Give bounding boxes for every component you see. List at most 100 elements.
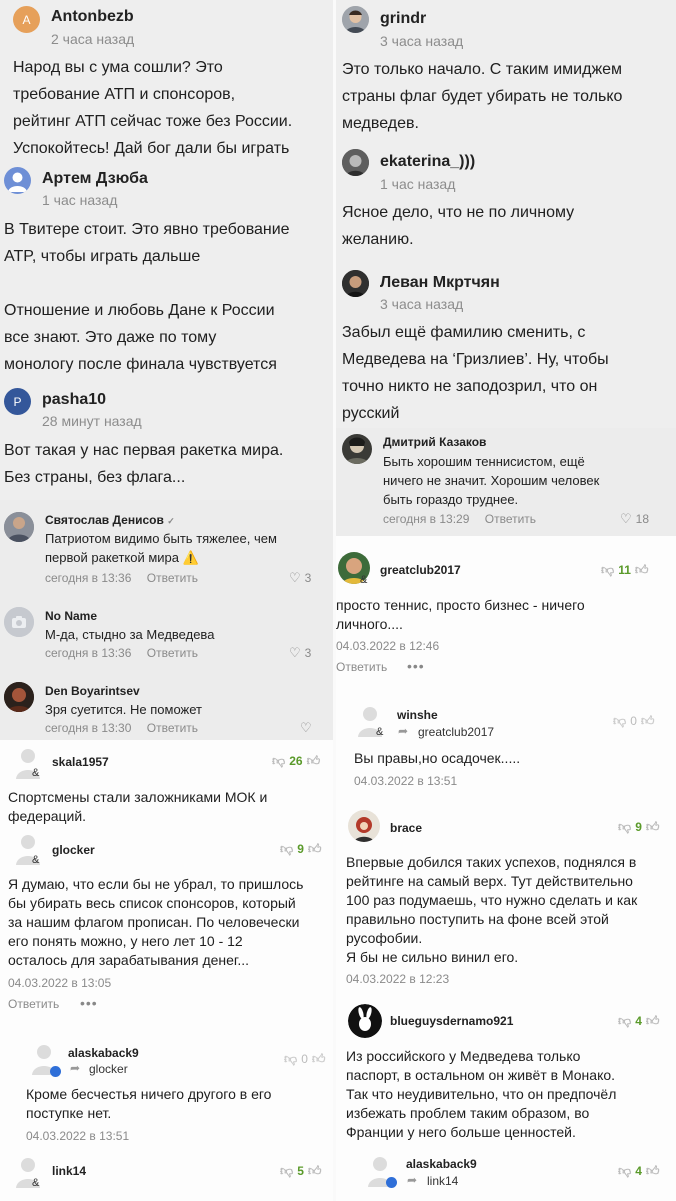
comment-date: 04.03.2022 в 12:23 bbox=[346, 972, 450, 986]
reply-button[interactable]: Ответить bbox=[336, 660, 387, 674]
avatar[interactable] bbox=[348, 810, 380, 842]
thumbs-down-icon[interactable]: 👎︎ bbox=[284, 1051, 297, 1067]
camera-icon bbox=[4, 607, 34, 637]
forum-comments-left: & skala1957 👎︎ 26 👍︎ Спортсмены стали за… bbox=[0, 740, 334, 1201]
avatar[interactable]: A bbox=[13, 6, 40, 33]
avatar[interactable] bbox=[342, 149, 369, 176]
comment-author[interactable]: link14 bbox=[52, 1164, 86, 1178]
comment-date: 04.03.2022 в 13:51 bbox=[26, 1129, 130, 1143]
rating-count: 5 bbox=[297, 1164, 304, 1178]
comment-author[interactable]: winshe bbox=[397, 708, 438, 722]
thumbs-up-icon[interactable]: 👍︎ bbox=[312, 1051, 326, 1067]
thumbs-up-icon[interactable]: 👍︎ bbox=[635, 562, 649, 578]
thumbs-down-icon[interactable]: 👎︎ bbox=[601, 562, 614, 578]
comment-author[interactable]: Артем Дзюба bbox=[42, 170, 148, 188]
thumbs-up-icon[interactable]: 👍︎ bbox=[641, 713, 655, 729]
reply-to-user[interactable]: greatclub2017 bbox=[418, 725, 494, 739]
comment-text: Спортсмены стали заложниками МОК и федер… bbox=[8, 789, 268, 824]
reply-button[interactable]: Ответить bbox=[147, 646, 198, 660]
comment-time: 3 часа назад bbox=[380, 296, 464, 312]
comment-author[interactable]: brace bbox=[390, 821, 422, 835]
comment-author[interactable]: alaskaback9 bbox=[68, 1046, 139, 1060]
comment-text: Патриотом видимо быть тяжелее, чем перво… bbox=[45, 531, 277, 565]
comment-author[interactable]: greatclub2017 bbox=[380, 563, 461, 577]
avatar[interactable] bbox=[4, 607, 34, 637]
comment-time: 28 минут назад bbox=[42, 413, 142, 429]
social-comments-right: grindr 3 часа назад Это только начало. С… bbox=[336, 0, 676, 428]
rating: 👎︎ 0 👍︎ bbox=[284, 1051, 325, 1067]
comment-date: сегодня в 13:36 bbox=[45, 571, 132, 585]
avatar[interactable] bbox=[4, 682, 34, 712]
reply-arrow-icon: ➦ bbox=[70, 1061, 81, 1075]
comment-author[interactable]: alaskaback9 bbox=[406, 1157, 477, 1171]
comment-author[interactable]: skala1957 bbox=[52, 755, 109, 769]
thumbs-up-icon[interactable]: 👍︎ bbox=[646, 1013, 660, 1029]
comments-collage: A Antonbezb 2 часа назад Народ вы с ума … bbox=[0, 0, 676, 1201]
thumbs-down-icon[interactable]: 👎︎ bbox=[618, 1163, 631, 1179]
avatar[interactable] bbox=[4, 167, 31, 194]
avatar[interactable]: P bbox=[4, 388, 31, 415]
photo-avatar-icon bbox=[348, 810, 380, 842]
comment-author[interactable]: blueguysdernamo921 bbox=[390, 1014, 513, 1028]
default-avatar-icon[interactable] bbox=[14, 832, 46, 866]
comment-text: М-да, стыдно за Медведева bbox=[45, 627, 215, 642]
thumbs-up-icon[interactable]: 👍︎ bbox=[307, 753, 321, 769]
like-button[interactable]: ♡ bbox=[300, 720, 312, 736]
thumbs-down-icon[interactable]: 👎︎ bbox=[613, 713, 626, 729]
rating: 👎︎ 9 👍︎ bbox=[280, 841, 321, 857]
comment-author[interactable]: Antonbezb bbox=[51, 8, 134, 26]
comment-author[interactable]: No Name bbox=[45, 609, 97, 623]
like-button[interactable]: ♡ 18 bbox=[620, 511, 649, 527]
avatar[interactable] bbox=[342, 270, 369, 297]
reply-to-user[interactable]: glocker bbox=[89, 1062, 128, 1076]
reply-button[interactable]: Ответить bbox=[147, 721, 198, 735]
reply-button[interactable]: Ответить bbox=[8, 997, 59, 1011]
comment-author[interactable]: Святослав Денисов bbox=[45, 513, 164, 527]
default-avatar-icon[interactable] bbox=[14, 746, 46, 780]
avatar-initial: P bbox=[13, 394, 22, 409]
ampersand-icon: & bbox=[32, 1177, 40, 1189]
like-count: 3 bbox=[304, 646, 312, 660]
comment-author[interactable]: Леван Мкртчян bbox=[380, 274, 500, 292]
thumbs-down-icon[interactable]: 👎︎ bbox=[280, 841, 293, 857]
comment-text: Впервые добился таких успехов, поднялся … bbox=[346, 854, 638, 965]
heart-icon: ♡ bbox=[620, 511, 632, 526]
rating-count: 11 bbox=[618, 563, 631, 577]
comment-author[interactable]: glocker bbox=[52, 843, 95, 857]
rating-count: 9 bbox=[635, 820, 642, 834]
comment-author[interactable]: ekaterina_))) bbox=[380, 153, 475, 171]
rating-count: 9 bbox=[297, 842, 304, 856]
avatar[interactable] bbox=[342, 6, 369, 33]
more-options-icon[interactable]: ••• bbox=[407, 658, 425, 674]
comment-text: Быть хорошим теннисистом, ещё ничего не … bbox=[383, 454, 600, 507]
reply-button[interactable]: Ответить bbox=[147, 571, 198, 585]
thread-comments-right: Дмитрий Казаков Быть хорошим теннисистом… bbox=[336, 428, 676, 536]
left-column: A Antonbezb 2 часа назад Народ вы с ума … bbox=[0, 0, 334, 1201]
verified-badge-icon: ✓ bbox=[167, 516, 175, 526]
thumbs-up-icon[interactable]: 👍︎ bbox=[646, 819, 660, 835]
photo-avatar-icon bbox=[342, 434, 372, 464]
comment-author[interactable]: grindr bbox=[380, 10, 426, 28]
reply-to-user[interactable]: link14 bbox=[427, 1174, 458, 1188]
thumbs-up-icon[interactable]: 👍︎ bbox=[646, 1163, 660, 1179]
thumbs-down-icon[interactable]: 👎︎ bbox=[618, 1013, 631, 1029]
rating: 👎︎ 11 👍︎ bbox=[601, 562, 648, 578]
thumbs-down-icon[interactable]: 👎︎ bbox=[280, 1163, 293, 1179]
thumbs-up-icon[interactable]: 👍︎ bbox=[308, 841, 322, 857]
comment-author[interactable]: Den Boyarintsev bbox=[45, 684, 140, 698]
thumbs-up-icon[interactable]: 👍︎ bbox=[308, 1163, 322, 1179]
comment-author[interactable]: Дмитрий Казаков bbox=[383, 435, 486, 449]
thumbs-down-icon[interactable]: 👎︎ bbox=[618, 819, 631, 835]
avatar[interactable] bbox=[4, 512, 34, 542]
avatar[interactable] bbox=[342, 434, 372, 464]
comment-text: просто теннис, просто бизнес - ничего ли… bbox=[336, 597, 585, 632]
default-avatar-icon[interactable] bbox=[14, 1155, 46, 1189]
like-button[interactable]: ♡ 3 bbox=[289, 645, 311, 661]
avatar[interactable] bbox=[348, 1004, 382, 1038]
thumbs-down-icon[interactable]: 👎︎ bbox=[272, 753, 285, 769]
comment-text: Я думаю, что если бы не убрал, то пришло… bbox=[8, 876, 304, 968]
comment-author[interactable]: pasha10 bbox=[42, 391, 106, 409]
more-options-icon[interactable]: ••• bbox=[80, 995, 98, 1011]
like-button[interactable]: ♡ 3 bbox=[289, 570, 311, 586]
reply-button[interactable]: Ответить bbox=[485, 512, 536, 526]
